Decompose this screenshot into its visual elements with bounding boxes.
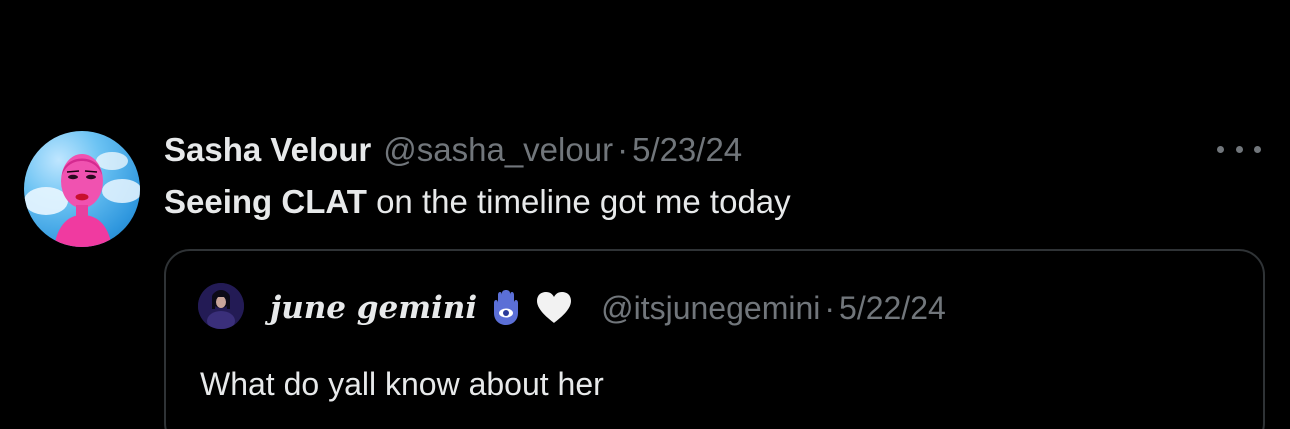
tweet-header: Sasha Velour @sasha_velour · 5/23/24	[164, 127, 742, 173]
quoted-text: What do yall know about her	[200, 366, 604, 402]
white-heart-icon	[535, 291, 573, 325]
dot	[1235, 145, 1243, 153]
hamsa-icon	[489, 289, 523, 327]
user-handle[interactable]: @sasha_velour	[383, 127, 613, 173]
display-name[interactable]: Sasha Velour	[164, 127, 371, 173]
quoted-tweet[interactable]: june gemini @itsjunegemini · 5/22/24 Wha…	[164, 249, 1265, 429]
tweet-text-bold: Seeing CLAT	[164, 183, 367, 220]
quoted-separator-dot: ·	[824, 290, 836, 326]
quoted-display-name[interactable]: june gemini	[270, 287, 477, 329]
dot	[1254, 145, 1261, 153]
avatar[interactable]	[24, 131, 140, 247]
tweet-text-rest: on the timeline got me today	[366, 183, 791, 220]
tweet-date[interactable]: 5/23/24	[632, 127, 742, 173]
quoted-avatar-image	[198, 283, 244, 329]
separator-dot: ·	[617, 131, 629, 168]
quoted-avatar[interactable]	[198, 283, 244, 329]
avatar-image	[24, 152, 140, 247]
more-horizontal-icon[interactable]	[1217, 135, 1261, 163]
dot	[1217, 145, 1224, 153]
quoted-user-handle[interactable]: @itsjunegemini	[601, 287, 820, 329]
tweet-text: Seeing CLAT on the timeline got me today	[164, 179, 791, 225]
quoted-date[interactable]: 5/22/24	[839, 287, 946, 329]
timeline: Sasha Velour @sasha_velour · 5/23/24 See…	[0, 0, 1290, 429]
quoted-header: june gemini @itsjunegemini · 5/22/24	[270, 287, 946, 329]
